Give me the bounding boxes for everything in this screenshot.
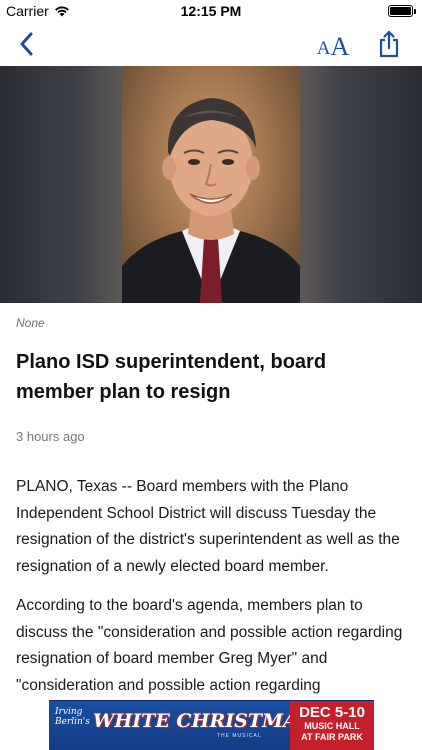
ad-banner[interactable]: Irving Berlin's WHITE CHRISTMAS THE MUSI… <box>49 700 374 750</box>
share-icon <box>379 30 399 58</box>
chevron-left-icon <box>20 32 33 56</box>
status-bar: Carrier 12:15 PM <box>0 0 422 22</box>
ad-date-panel: DEC 5-10 MUSIC HALL AT FAIR PARK <box>290 701 374 750</box>
ad-venue-line2: AT FAIR PARK <box>301 732 363 742</box>
article-body: PLANO, Texas -- Board members with the P… <box>16 474 408 712</box>
ad-subtitle: THE MUSICAL <box>217 733 262 739</box>
article-hero-image <box>0 66 422 303</box>
battery-icon <box>388 5 416 17</box>
article-paragraph: According to the board's agenda, members… <box>16 597 403 694</box>
share-button[interactable] <box>374 28 404 60</box>
ad-script-text: Irving Berlin's <box>55 707 90 727</box>
ad-title: WHITE CHRISTMAS <box>93 710 312 732</box>
article-timestamp: 3 hours ago <box>16 429 85 444</box>
font-size-large-glyph: A <box>330 32 350 61</box>
article-headline: Plano ISD superintendent, board member p… <box>16 351 327 403</box>
status-time: 12:15 PM <box>180 3 242 19</box>
portrait-photo <box>122 66 300 303</box>
image-caption: None <box>16 316 45 330</box>
ad-venue-line1: MUSIC HALL <box>304 721 360 731</box>
font-size-button[interactable]: A A <box>312 28 354 60</box>
back-button[interactable] <box>12 30 40 58</box>
article-paragraph: PLANO, Texas -- Board members with the P… <box>16 478 400 575</box>
ad-date: DEC 5-10 <box>299 704 365 721</box>
nav-bar: A A <box>0 22 422 66</box>
font-size-small-glyph: A <box>316 38 331 59</box>
